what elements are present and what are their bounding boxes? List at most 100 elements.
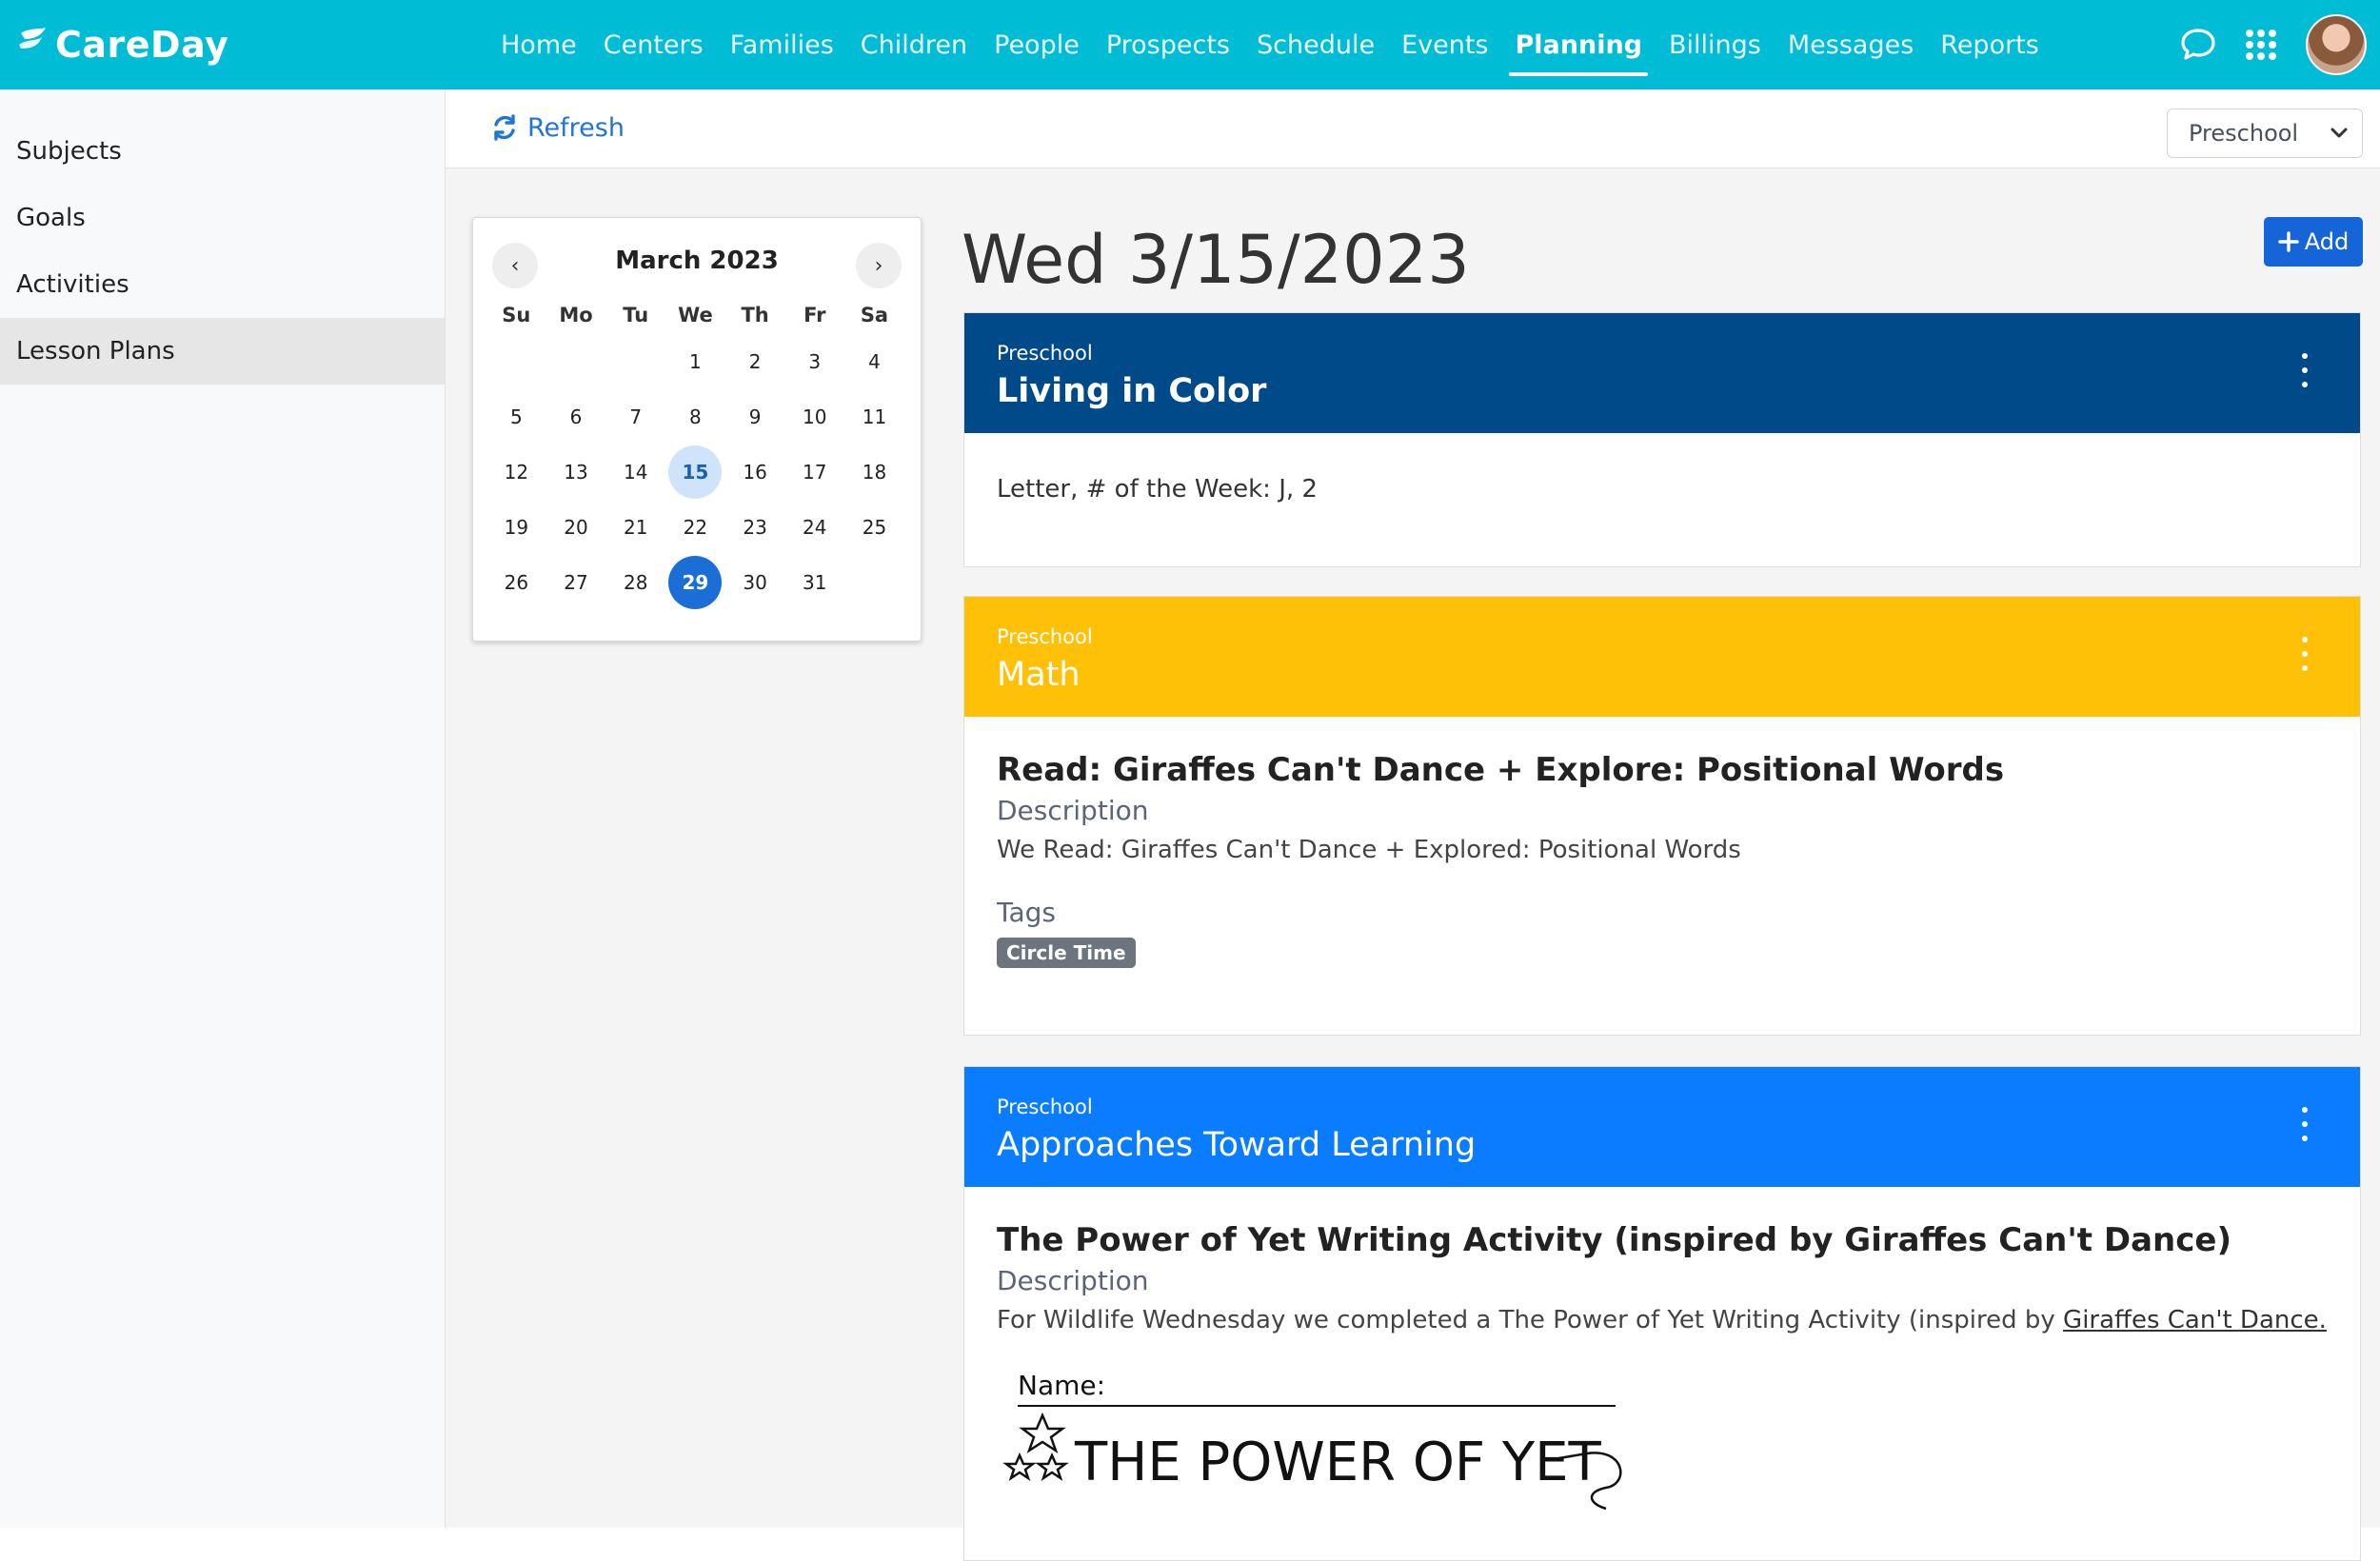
calendar-day-number: 5 — [509, 405, 523, 428]
nav-schedule[interactable]: Schedule — [1243, 0, 1388, 89]
calendar-day-number: 16 — [743, 461, 767, 484]
calendar-day[interactable]: 26 — [486, 555, 546, 610]
card-title: Math — [997, 656, 1081, 694]
calendar-day[interactable]: 24 — [784, 500, 844, 555]
calendar-day-number: 25 — [862, 516, 887, 539]
nav-prospects[interactable]: Prospects — [1093, 0, 1243, 89]
calendar-next-button[interactable]: › — [856, 243, 902, 288]
activity-title: The Power of Yet Writing Activity (inspi… — [997, 1221, 2231, 1259]
nav-home[interactable]: Home — [487, 0, 590, 89]
nav-families[interactable]: Families — [717, 0, 847, 89]
leaf-logo-icon — [19, 28, 46, 49]
calendar-day[interactable]: 12 — [486, 445, 546, 500]
nav-people[interactable]: People — [981, 0, 1093, 89]
lesson-card-living-in-color: Preschool Living in Color Letter, # of t… — [963, 312, 2361, 567]
calendar-day[interactable]: 14 — [605, 445, 665, 500]
sidebar-item-goals[interactable]: Goals — [0, 185, 445, 251]
calendar-day[interactable]: 2 — [725, 334, 785, 389]
calendar-day[interactable]: 8 — [665, 389, 725, 445]
page-date-title: Wed 3/15/2023 — [962, 221, 1470, 299]
calendar-day[interactable]: 31 — [784, 555, 844, 610]
card-body: Read: Giraffes Can't Dance + Explore: Po… — [964, 717, 2360, 968]
calendar-day-number: 27 — [564, 571, 588, 594]
calendar-blank — [546, 334, 606, 389]
calendar-day[interactable]: 23 — [725, 500, 785, 555]
description-text: For Wildlife Wednesday we completed a Th… — [997, 1306, 2328, 1334]
calendar-day[interactable]: 30 — [725, 555, 785, 610]
card-subtitle: Preschool — [997, 342, 1093, 365]
calendar-day[interactable]: 25 — [844, 500, 904, 555]
calendar-day-number: 1 — [689, 350, 702, 373]
kebab-menu-icon[interactable] — [2299, 637, 2311, 671]
calendar-day-number: 22 — [683, 516, 708, 539]
calendar-day[interactable]: 6 — [546, 389, 606, 445]
classroom-select-value: Preschool — [2189, 120, 2299, 147]
calendar-day-number: 7 — [629, 405, 643, 428]
refresh-button[interactable]: Refresh — [491, 109, 625, 147]
description-prefix: For Wildlife Wednesday we completed a Th… — [997, 1306, 2064, 1334]
calendar-day[interactable]: 18 — [844, 445, 904, 500]
careday-logo[interactable]: CareDay — [17, 17, 228, 72]
sidebar-item-lesson-plans[interactable]: Lesson Plans — [0, 318, 445, 385]
calendar-day[interactable]: 21 — [605, 500, 665, 555]
calendar-day-number: 18 — [862, 461, 887, 484]
calendar-day-number: 3 — [808, 350, 822, 373]
worksheet-name-label: Name: — [1018, 1370, 1105, 1401]
card-title: Living in Color — [997, 372, 1267, 410]
user-avatar[interactable] — [2306, 14, 2367, 75]
calendar-day-number: 26 — [504, 571, 529, 594]
calendar-day-number: 2 — [748, 350, 762, 373]
calendar-day-number: 28 — [623, 571, 648, 594]
calendar-day[interactable]: 17 — [784, 445, 844, 500]
nav-planning[interactable]: Planning — [1501, 0, 1656, 89]
card-header: Preschool Approaches Toward Learning — [964, 1067, 2360, 1187]
kebab-menu-icon[interactable] — [2299, 1107, 2311, 1141]
calendar-day[interactable]: 4 — [844, 334, 904, 389]
sidebar-item-activities[interactable]: Activities — [0, 251, 445, 318]
calendar-day[interactable]: 22 — [665, 500, 725, 555]
lesson-card-math: Preschool Math Read: Giraffes Can't Danc… — [963, 596, 2361, 1036]
calendar-day[interactable]: 1 — [665, 334, 725, 389]
calendar-day[interactable]: 9 — [725, 389, 785, 445]
calendar-weekday: We — [678, 304, 713, 326]
sidebar-item-subjects[interactable]: Subjects — [0, 118, 445, 185]
calendar-day-number: 23 — [743, 516, 767, 539]
calendar-day[interactable]: 11 — [844, 389, 904, 445]
card-header: Preschool Math — [964, 597, 2360, 717]
calendar-day[interactable]: 27 — [546, 555, 606, 610]
classroom-select[interactable]: Preschool — [2167, 109, 2363, 158]
calendar-day-number: 31 — [803, 571, 827, 594]
calendar-day[interactable]: 29 — [665, 555, 725, 610]
chat-bubble-icon[interactable] — [2180, 28, 2216, 62]
calendar-day[interactable]: 28 — [605, 555, 665, 610]
apps-grid-icon[interactable] — [2245, 29, 2277, 61]
book-link[interactable]: Giraffes Can't Dance. — [2063, 1306, 2327, 1334]
calendar-day[interactable]: 10 — [784, 389, 844, 445]
logo-text: CareDay — [55, 24, 229, 66]
nav-reports[interactable]: Reports — [1927, 0, 2053, 89]
calendar-day[interactable]: 7 — [605, 389, 665, 445]
calendar-day-number: 15 — [668, 445, 723, 499]
nav-children[interactable]: Children — [847, 0, 981, 89]
calendar-day-number: 24 — [803, 516, 827, 539]
calendar-day[interactable]: 15 — [665, 445, 725, 500]
calendar-day-number: 14 — [623, 461, 648, 484]
nav-events[interactable]: Events — [1388, 0, 1501, 89]
card-subtitle: Preschool — [997, 1096, 1093, 1118]
calendar-blank — [605, 334, 665, 389]
nav-messages[interactable]: Messages — [1775, 0, 1927, 89]
add-label: Add — [2304, 228, 2350, 255]
calendar-day[interactable]: 20 — [546, 500, 606, 555]
calendar-day[interactable]: 5 — [486, 389, 546, 445]
tags-label: Tags — [997, 897, 1056, 928]
kebab-menu-icon[interactable] — [2299, 353, 2311, 387]
calendar-day[interactable]: 16 — [725, 445, 785, 500]
lesson-card-approaches-toward-learning: Preschool Approaches Toward Learning The… — [963, 1066, 2361, 1561]
calendar-day[interactable]: 3 — [784, 334, 844, 389]
calendar-day[interactable]: 19 — [486, 500, 546, 555]
calendar-day[interactable]: 13 — [546, 445, 606, 500]
main-toolbar: Refresh Preschool — [446, 89, 2380, 168]
nav-centers[interactable]: Centers — [590, 0, 717, 89]
nav-billings[interactable]: Billings — [1656, 0, 1775, 89]
add-button[interactable]: Add — [2264, 217, 2363, 267]
